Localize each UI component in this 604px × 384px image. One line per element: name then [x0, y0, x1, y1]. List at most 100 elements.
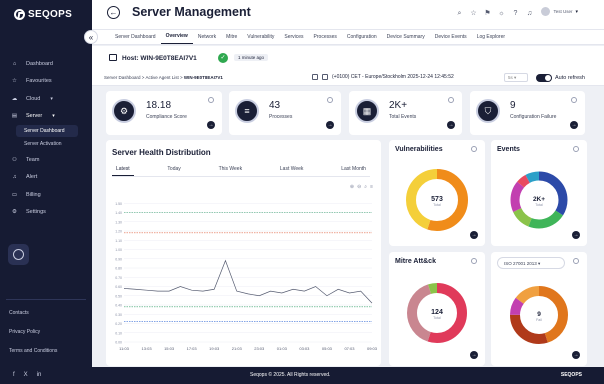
- tab-network[interactable]: Network: [193, 34, 221, 44]
- sidebar-item-favourites[interactable]: ☆ Favourites: [0, 73, 92, 91]
- tab-vulnerability[interactable]: Vulnerability: [242, 34, 279, 44]
- linkedin-icon[interactable]: in: [37, 372, 42, 378]
- info-icon[interactable]: [571, 97, 577, 103]
- x-tick-label: 01:03: [277, 346, 288, 351]
- team-icon: ⚇: [12, 156, 17, 163]
- mitre-title: Mitre Att&ck: [395, 258, 436, 265]
- info-icon[interactable]: [573, 146, 579, 152]
- x-tick-label: 11:03: [119, 346, 129, 351]
- sidebar-item-label: Dashboard: [26, 60, 53, 67]
- star-icon[interactable]: ☆: [469, 9, 478, 18]
- contacts-link[interactable]: Contacts: [9, 310, 57, 329]
- range-tab-last-week[interactable]: Last Week: [276, 164, 308, 176]
- sidebar-item-dashboard[interactable]: ⌂ Dashboard: [0, 55, 92, 73]
- arrow-right-icon[interactable]: →: [470, 231, 478, 239]
- range-tab-this-week[interactable]: This Week: [215, 164, 247, 176]
- donut-value: 124: [431, 309, 443, 316]
- sidebar-item-billing[interactable]: ▭ Billing: [0, 186, 92, 204]
- x-icon[interactable]: X: [24, 372, 28, 378]
- tab-device-summary[interactable]: Device Summary: [382, 34, 430, 44]
- tab-services[interactable]: Services: [279, 34, 308, 44]
- breadcrumb-current: WIN-9E0T8EAI7V1: [183, 75, 223, 80]
- brand-logo[interactable]: SEQOPS: [14, 9, 72, 20]
- tab-overview[interactable]: Overview: [160, 33, 193, 44]
- stat-card-compliance[interactable]: ⚙ 18.18 Compliance Score →: [106, 91, 222, 135]
- arrow-right-icon[interactable]: →: [447, 121, 455, 129]
- arrow-right-icon[interactable]: →: [570, 121, 578, 129]
- tab-device-events[interactable]: Device Events: [430, 34, 472, 44]
- billing-icon: ▭: [11, 191, 18, 198]
- range-tab-latest[interactable]: Latest: [112, 164, 134, 176]
- info-icon[interactable]: [471, 258, 477, 264]
- stat-value: 2K+: [389, 100, 408, 111]
- user-menu[interactable]: Test User ▾: [541, 7, 578, 16]
- info-icon[interactable]: [208, 97, 214, 103]
- auto-refresh-control: Auto refresh: [536, 74, 585, 82]
- sidebar-item-server[interactable]: ▤ Server ▾: [0, 108, 92, 126]
- sidebar-subitem-server-activation[interactable]: Server Activation: [0, 137, 92, 151]
- compliance-standard-select[interactable]: ISO 27001 2013 ▾: [497, 257, 565, 269]
- theme-icon[interactable]: ☼: [497, 9, 506, 18]
- tab-mitre[interactable]: Mitre: [221, 34, 242, 44]
- bell-icon: ♫: [12, 174, 17, 181]
- sidebar-subitem-label: Server Activation: [24, 141, 62, 147]
- check-icon: ✓: [218, 53, 228, 63]
- calendar-icon: [312, 74, 318, 80]
- tab-configuration[interactable]: Configuration: [342, 34, 382, 44]
- range-tab-last-month[interactable]: Last Month: [337, 164, 370, 176]
- y-tick-label: 0.20: [115, 322, 122, 326]
- arrow-right-icon[interactable]: →: [572, 351, 580, 359]
- info-icon[interactable]: [471, 146, 477, 152]
- breadcrumb-separator: >: [180, 75, 183, 80]
- info-icon[interactable]: [573, 258, 579, 264]
- mitre-card: Mitre Att&ck 124 Total →: [389, 252, 485, 366]
- stat-card-processes[interactable]: ≡ 43 Processes →: [229, 91, 341, 135]
- y-tick-label: 0.90: [115, 257, 122, 261]
- stat-card-configuration[interactable]: ⛉ 9 Configuration Failure →: [470, 91, 585, 135]
- arrow-right-icon[interactable]: →: [470, 351, 478, 359]
- page-title: Server Management: [132, 5, 251, 19]
- donut-value: 573: [431, 196, 443, 203]
- info-icon[interactable]: [448, 97, 454, 103]
- search-icon[interactable]: ⌕: [455, 9, 464, 18]
- breadcrumb-server-dashboard[interactable]: Server Dashboard: [104, 75, 141, 80]
- x-tick-label: 17:03: [187, 346, 198, 351]
- brand-name: SEQOPS: [28, 9, 73, 20]
- sidebar-item-label: Server: [26, 113, 43, 120]
- app-root: SEQOPS ⌂ Dashboard ☆ Favourites ☁ Cloud ▾ ▤ S…: [0, 0, 604, 384]
- sidebar-subitem-server-dashboard[interactable]: Server Dashboard: [16, 125, 78, 137]
- tab-server-dashboard[interactable]: Server Dashboard: [110, 34, 161, 44]
- arrow-right-icon[interactable]: →: [572, 231, 580, 239]
- arrow-right-icon[interactable]: →: [207, 121, 215, 129]
- arrow-left-icon: ←: [109, 8, 118, 17]
- arrow-right-icon[interactable]: →: [326, 121, 334, 129]
- interval-select[interactable]: 5s ▾: [504, 73, 528, 82]
- sidebar-item-cloud[interactable]: ☁ Cloud ▾: [0, 90, 92, 108]
- tab-processes[interactable]: Processes: [309, 34, 342, 44]
- support-button[interactable]: [8, 244, 29, 265]
- sidebar-divider: [6, 299, 86, 300]
- compliance-card: ISO 27001 2013 ▾ 9 Fail →: [491, 252, 587, 366]
- breadcrumb-active-agent-list[interactable]: Active Agent List: [145, 75, 178, 80]
- privacy-policy-link[interactable]: Privacy Policy: [9, 329, 57, 348]
- sidebar: SEQOPS ⌂ Dashboard ☆ Favourites ☁ Cloud ▾ ▤ S…: [0, 0, 92, 384]
- facebook-icon[interactable]: f: [13, 372, 15, 378]
- translate-icon[interactable]: ⚑: [483, 9, 492, 18]
- sidebar-item-alert[interactable]: ♫ Alert: [0, 169, 92, 187]
- notification-icon[interactable]: ♫: [525, 9, 534, 18]
- help-icon[interactable]: ?: [511, 9, 520, 18]
- info-icon[interactable]: [327, 97, 333, 103]
- range-tab-today[interactable]: Today: [163, 164, 184, 176]
- x-tick-label: 21:03: [232, 346, 243, 351]
- footer: f X in Seqops © 2025. All Rights reserve…: [0, 367, 604, 384]
- auto-refresh-toggle[interactable]: [536, 74, 552, 82]
- terms-link[interactable]: Terms and Conditions: [9, 348, 57, 367]
- sidebar-links: Contacts Privacy Policy Terms and Condit…: [9, 310, 57, 367]
- tab-log-explorer[interactable]: Log Explorer: [472, 34, 510, 44]
- sidebar-item-settings[interactable]: ⚙ Settings: [0, 204, 92, 222]
- stat-card-events[interactable]: ▦ 2K+ Total Events →: [349, 91, 462, 135]
- back-button[interactable]: ←: [107, 6, 120, 19]
- sidebar-collapse-button[interactable]: «: [84, 30, 98, 44]
- stat-label: Processes: [269, 114, 293, 120]
- sidebar-item-team[interactable]: ⚇ Team: [0, 151, 92, 169]
